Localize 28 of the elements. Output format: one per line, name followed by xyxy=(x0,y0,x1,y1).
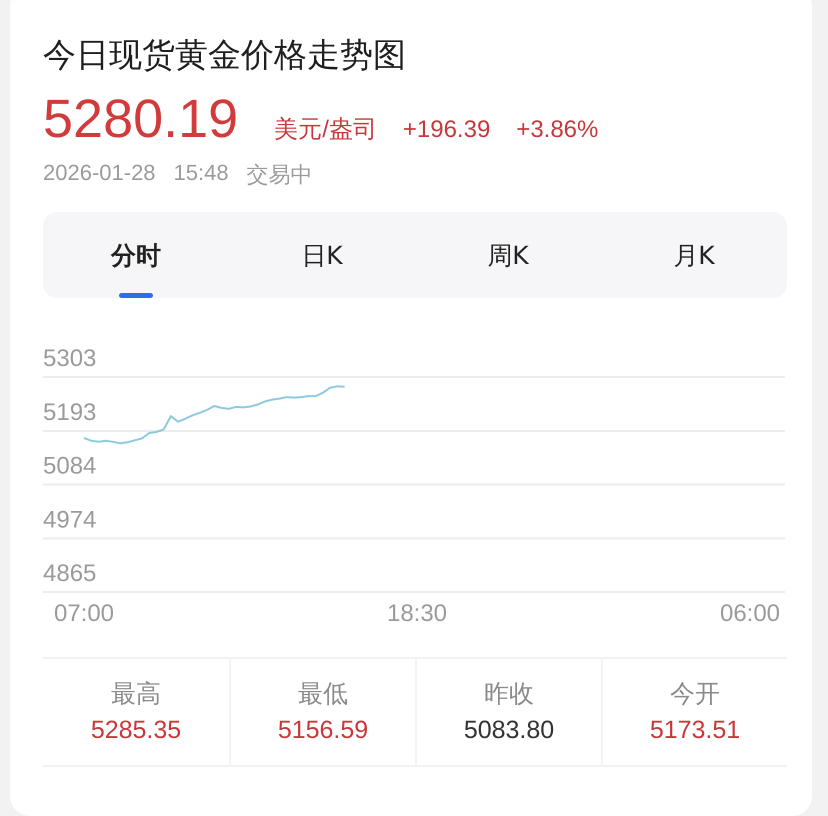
price-change: +196.39 xyxy=(402,116,490,144)
chart-tab[interactable]: 日K xyxy=(229,212,415,298)
percent-change: +3.86% xyxy=(516,116,598,144)
chart-tab[interactable]: 分时 xyxy=(43,212,229,298)
trading-status: 交易中 xyxy=(246,161,313,189)
x-axis-label: 18:30 xyxy=(386,600,448,627)
y-axis-label: 5193 xyxy=(43,399,96,426)
price-unit: 美元/盎司 xyxy=(274,115,377,145)
y-axis-label: 5084 xyxy=(43,452,96,480)
y-axis-label: 5303 xyxy=(43,345,96,372)
x-axis-label: 06:00 xyxy=(720,600,780,627)
x-axis-label: 07:00 xyxy=(54,600,114,627)
stat-value: 5173.51 xyxy=(650,716,740,745)
quote-date: 2026-01-28 xyxy=(43,160,156,187)
y-axis-label: 4974 xyxy=(43,506,96,534)
stat-label: 昨收 xyxy=(484,678,534,710)
stat-label: 今开 xyxy=(670,678,720,710)
y-axis-label: 4865 xyxy=(43,560,96,587)
stat-value: 5156.59 xyxy=(278,716,368,745)
stat-value: 5083.80 xyxy=(464,716,554,745)
stat-label: 最低 xyxy=(298,678,348,710)
page-title: 今日现货黄金价格走势图 xyxy=(43,34,407,76)
quote-time: 15:48 xyxy=(174,160,229,187)
stat-label: 最高 xyxy=(111,678,161,710)
stat-value: 5285.35 xyxy=(90,716,182,745)
chart-tab[interactable]: 月K xyxy=(601,212,787,298)
chart-tab[interactable]: 周K xyxy=(415,212,601,298)
current-price: 5280.19 xyxy=(43,88,238,150)
